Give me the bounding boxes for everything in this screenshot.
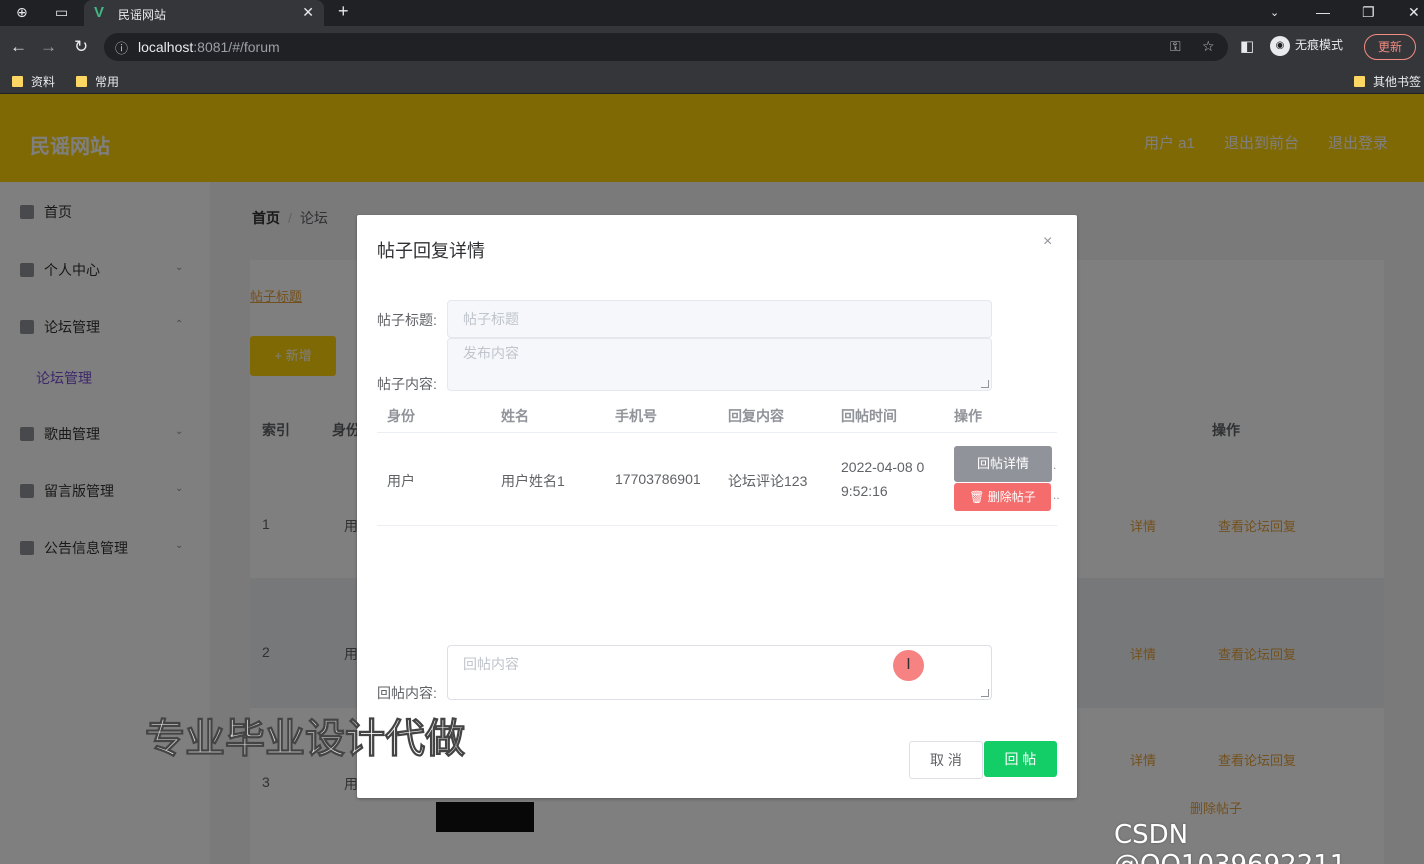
tab-search-chevron-icon[interactable]: ⌄ (1270, 6, 1279, 19)
cancel-button[interactable]: 取 消 (909, 741, 983, 779)
divider (377, 432, 1057, 433)
column-header-reply-content: 回复内容 (728, 408, 784, 424)
site-info-icon[interactable]: ⓘ (115, 38, 128, 57)
cell-name: 用户姓名1 (501, 473, 565, 489)
restore-icon[interactable]: ❐ (1362, 4, 1375, 21)
column-header-reply-time: 回帖时间 (841, 408, 897, 424)
resize-handle-icon[interactable] (981, 689, 989, 697)
column-header-phone: 手机号 (615, 408, 657, 424)
more-dots-icon: .. (1053, 488, 1060, 502)
bookmark-star-icon[interactable]: ☆ (1202, 38, 1215, 55)
resize-handle-icon[interactable] (981, 380, 989, 388)
folder-icon (76, 76, 87, 87)
folder-icon (1354, 76, 1365, 87)
post-title-field[interactable]: 帖子标题 (447, 300, 992, 338)
address-bar: ← → ↻ ⓘ localhost:8081/#/forum ⚿ ☆ ◧ ◉ 无痕… (0, 26, 1424, 68)
cell-reply-time-line2: 9:52:16 (841, 483, 888, 499)
close-window-icon[interactable]: ✕ (1408, 4, 1420, 21)
minimize-icon[interactable]: — (1316, 4, 1330, 20)
reply-detail-button[interactable]: 回帖详情 (954, 446, 1052, 482)
url-input[interactable]: ⓘ localhost:8081/#/forum ⚿ ☆ (104, 33, 1228, 61)
post-title-label: 帖子标题: (377, 312, 437, 328)
divider (377, 525, 1057, 526)
trash-icon: 🗑 (969, 490, 988, 504)
new-tab-icon[interactable]: + (338, 1, 349, 22)
update-button[interactable]: 更新 (1364, 34, 1416, 60)
column-header-actions: 操作 (954, 408, 982, 424)
delete-post-button[interactable]: 🗑 删除帖子 (954, 483, 1051, 511)
reload-icon[interactable]: ↻ (74, 37, 88, 57)
incognito-icon: ◉ (1270, 36, 1290, 56)
watermark-text: 专业毕业设计代做 (145, 717, 466, 762)
tab-title: 民谣网站 (118, 8, 167, 22)
forward-icon[interactable]: → (40, 37, 57, 57)
tab-active[interactable]: V 民谣网站 ✕ (84, 0, 324, 26)
cell-identity: 用户 (387, 473, 415, 489)
reply-content-label: 回帖内容: (377, 685, 437, 701)
side-panel-icon[interactable]: ◧ (1240, 37, 1254, 57)
bookmark-folder[interactable]: 常用 (76, 73, 119, 90)
cell-phone: 17703786901 (615, 471, 701, 487)
dialog-title: 帖子回复详情 (377, 241, 485, 261)
vue-favicon-icon: V (94, 4, 105, 21)
column-header-identity: 身份 (387, 408, 415, 424)
credit-text: CSDN @QQ1039692211 (1114, 820, 1346, 864)
url-path: :8081/#/forum (193, 39, 280, 55)
bookmark-folder[interactable]: 资料 (12, 73, 55, 90)
cell-reply-time-line1: 2022-04-08 0 (841, 459, 925, 475)
browser-menu-icon[interactable]: ⊕ (16, 4, 28, 21)
post-content-label: 帖子内容: (377, 376, 437, 392)
url-host: localhost (138, 39, 194, 55)
back-icon[interactable]: ← (10, 37, 27, 57)
incognito-label: 无痕模式 (1295, 38, 1344, 53)
window-icon[interactable]: ▭ (55, 4, 68, 21)
key-icon[interactable]: ⚿ (1170, 38, 1181, 55)
incognito-indicator[interactable]: ◉ 无痕模式 (1270, 36, 1343, 56)
close-icon[interactable]: × (1043, 233, 1052, 251)
other-bookmarks[interactable]: 其他书签 (1354, 73, 1421, 90)
text-cursor-icon: I (893, 650, 924, 681)
more-dots-icon: . (1053, 458, 1057, 472)
close-tab-icon[interactable]: ✕ (302, 4, 314, 21)
submit-reply-button[interactable]: 回 帖 (984, 741, 1057, 777)
cell-reply-content: 论坛评论123 (728, 473, 808, 489)
bookmarks-bar: 资料 常用 其他书签 (0, 68, 1424, 94)
browser-tab-bar: ⊕ ▭ V 民谣网站 ✕ + ⌄ — ❐ ✕ (0, 0, 1424, 26)
post-content-field[interactable]: 发布内容 (447, 338, 992, 391)
column-header-name: 姓名 (501, 408, 529, 424)
reply-detail-dialog: 帖子回复详情 × 帖子标题: 帖子标题 帖子内容: 发布内容 身份 姓名 手机号… (357, 215, 1077, 798)
folder-icon (12, 76, 23, 87)
